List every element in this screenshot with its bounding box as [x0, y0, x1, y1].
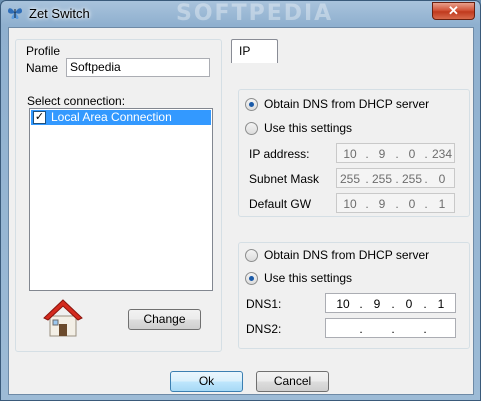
- dns1-field[interactable]: 10 . 9 . 0 . 1: [325, 293, 456, 313]
- dns-dhcp-label: Obtain DNS from DHCP server: [264, 248, 430, 262]
- select-connection-label: Select connection:: [27, 94, 126, 108]
- ip-settings-group: Obtain DNS from DHCP server Use this set…: [238, 89, 470, 217]
- list-item[interactable]: ✓ Local Area Connection: [31, 110, 211, 125]
- ip-manual-label: Use this settings: [264, 121, 353, 135]
- close-button[interactable]: ✕: [432, 2, 475, 20]
- dns-settings-group: Obtain DNS from DHCP server Use this set…: [238, 242, 470, 349]
- window-title: Zet Switch: [29, 6, 90, 21]
- dns2-field[interactable]: . . .: [325, 318, 456, 338]
- ip-dhcp-label: Obtain DNS from DHCP server: [264, 97, 430, 111]
- dns2-label: DNS2:: [246, 322, 282, 336]
- ok-button[interactable]: Ok: [170, 371, 243, 392]
- home-icon: [43, 299, 83, 337]
- ip-dhcp-radio[interactable]: [245, 98, 258, 111]
- watermark: SOFTPEDIA: [176, 1, 334, 26]
- dns-manual-label: Use this settings: [264, 271, 353, 285]
- ip-manual-radio[interactable]: [245, 122, 258, 135]
- tab-ip-label: IP: [239, 44, 251, 58]
- subnet-mask-label: Subnet Mask: [249, 172, 320, 186]
- default-gw-field[interactable]: 10 . 9 . 0 . 1: [336, 193, 455, 213]
- title-bar[interactable]: Zet Switch SOFTPEDIA ✕: [1, 1, 480, 27]
- butterfly-icon: [8, 8, 22, 19]
- app-window: Zet Switch SOFTPEDIA ✕ Profile Name Soft…: [0, 0, 481, 401]
- dns1-label: DNS1:: [246, 297, 282, 311]
- dns-dhcp-radio[interactable]: [245, 249, 258, 262]
- connection-list[interactable]: ✓ Local Area Connection: [29, 108, 213, 291]
- tab-ip[interactable]: IP: [231, 39, 278, 63]
- ip-address-label: IP address:: [249, 147, 310, 161]
- change-button[interactable]: Change: [128, 309, 201, 330]
- cancel-button[interactable]: Cancel: [256, 371, 329, 392]
- name-input[interactable]: Softpedia: [66, 58, 210, 77]
- name-label: Name: [26, 61, 59, 75]
- default-gw-label: Default GW: [249, 197, 312, 211]
- connection-label: Local Area Connection: [51, 110, 172, 124]
- subnet-mask-field[interactable]: 255 . 255 . 255 . 0: [336, 168, 455, 188]
- profile-group: Profile Name Softpedia Select connection…: [15, 39, 222, 352]
- connection-checkbox[interactable]: ✓: [33, 111, 46, 124]
- close-icon: ✕: [448, 3, 459, 18]
- dialog-client: Profile Name Softpedia Select connection…: [8, 27, 474, 395]
- dns-manual-radio[interactable]: [245, 272, 258, 285]
- profile-caption: Profile: [26, 44, 61, 58]
- ip-address-field[interactable]: 10 . 9 . 0 . 234: [336, 143, 455, 163]
